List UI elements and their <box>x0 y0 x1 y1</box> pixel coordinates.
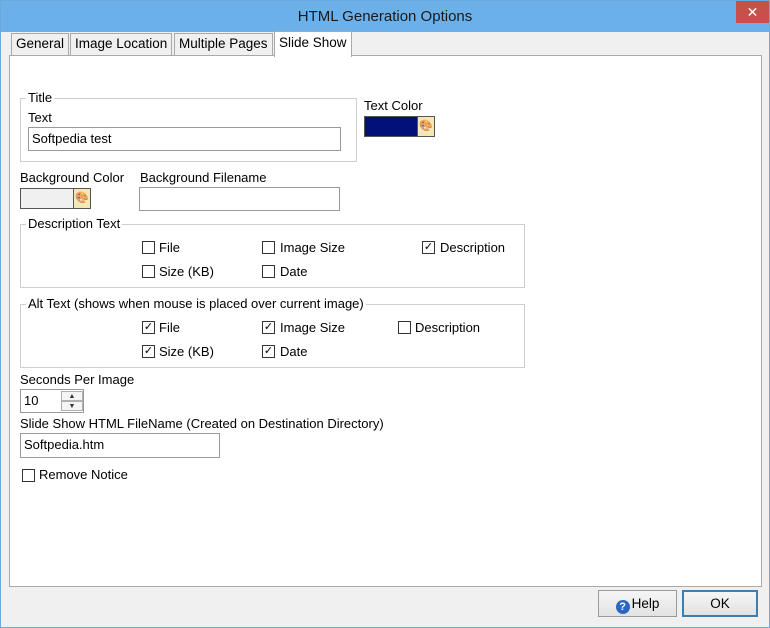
ok-button[interactable]: OK <box>682 590 758 617</box>
tab-slide-show[interactable]: Slide Show <box>274 31 352 57</box>
alt-image-size-checkbox[interactable]: ✓ <box>262 321 275 334</box>
tab-image-location[interactable]: Image Location <box>70 33 173 55</box>
alt-file-checkbox[interactable]: ✓ <box>142 321 155 334</box>
spin-up-icon[interactable]: ▲ <box>61 391 83 401</box>
alt-date-checkbox[interactable]: ✓ <box>262 345 275 358</box>
remove-notice-label: Remove Notice <box>39 467 128 482</box>
desc-size-kb-checkbox[interactable] <box>142 265 155 278</box>
help-button-label: Help <box>631 596 660 611</box>
text-color-label: Text Color <box>364 98 423 113</box>
help-button[interactable]: ? Help <box>598 590 677 617</box>
alt-size-kb-label: Size (KB) <box>159 344 214 359</box>
palette-icon[interactable]: 🎨 <box>73 188 91 209</box>
title-text-input[interactable]: Softpedia test <box>28 127 341 151</box>
desc-description-checkbox[interactable]: ✓ <box>422 241 435 254</box>
text-color-swatch[interactable] <box>364 116 418 137</box>
spin-down-icon[interactable]: ▼ <box>61 401 83 411</box>
slideshow-filename-label: Slide Show HTML FileName (Created on Des… <box>20 416 384 431</box>
desc-size-kb-label: Size (KB) <box>159 264 214 279</box>
help-icon: ? <box>615 600 630 614</box>
alt-description-checkbox[interactable] <box>398 321 411 334</box>
desc-image-size-checkbox[interactable] <box>262 241 275 254</box>
alt-image-size-label: Image Size <box>280 320 346 335</box>
remove-notice-checkbox[interactable] <box>22 469 35 482</box>
background-filename-input[interactable] <box>139 187 340 211</box>
alt-text-group <box>20 304 525 368</box>
description-text-group <box>20 224 525 288</box>
description-text-legend: Description Text <box>26 216 123 231</box>
desc-file-label: File <box>159 240 180 255</box>
palette-icon[interactable]: 🎨 <box>417 116 435 137</box>
slideshow-filename-input[interactable]: Softpedia.htm <box>20 433 220 458</box>
background-color-swatch[interactable] <box>20 188 74 209</box>
tab-multiple-pages[interactable]: Multiple Pages <box>174 33 273 55</box>
desc-date-checkbox[interactable] <box>262 265 275 278</box>
close-button[interactable]: ✕ <box>736 1 769 23</box>
desc-date-label: Date <box>280 264 308 279</box>
desc-description-label: Description <box>440 240 506 255</box>
desc-image-size-label: Image Size <box>280 240 346 255</box>
alt-date-label: Date <box>280 344 308 359</box>
alt-size-kb-checkbox[interactable]: ✓ <box>142 345 155 358</box>
alt-description-label: Description <box>415 320 481 335</box>
background-color-label: Background Color <box>20 170 125 185</box>
title-group-legend: Title <box>26 90 55 105</box>
background-filename-label: Background Filename <box>140 170 267 185</box>
tab-general[interactable]: General <box>11 33 70 55</box>
seconds-per-image-label: Seconds Per Image <box>20 372 135 387</box>
title-bar: HTML Generation Options ✕ <box>1 1 769 32</box>
window-title: HTML Generation Options <box>297 8 473 25</box>
alt-text-legend: Alt Text (shows when mouse is placed ove… <box>26 296 366 311</box>
desc-file-checkbox[interactable] <box>142 241 155 254</box>
title-text-label: Text <box>28 110 52 125</box>
alt-file-label: File <box>159 320 180 335</box>
